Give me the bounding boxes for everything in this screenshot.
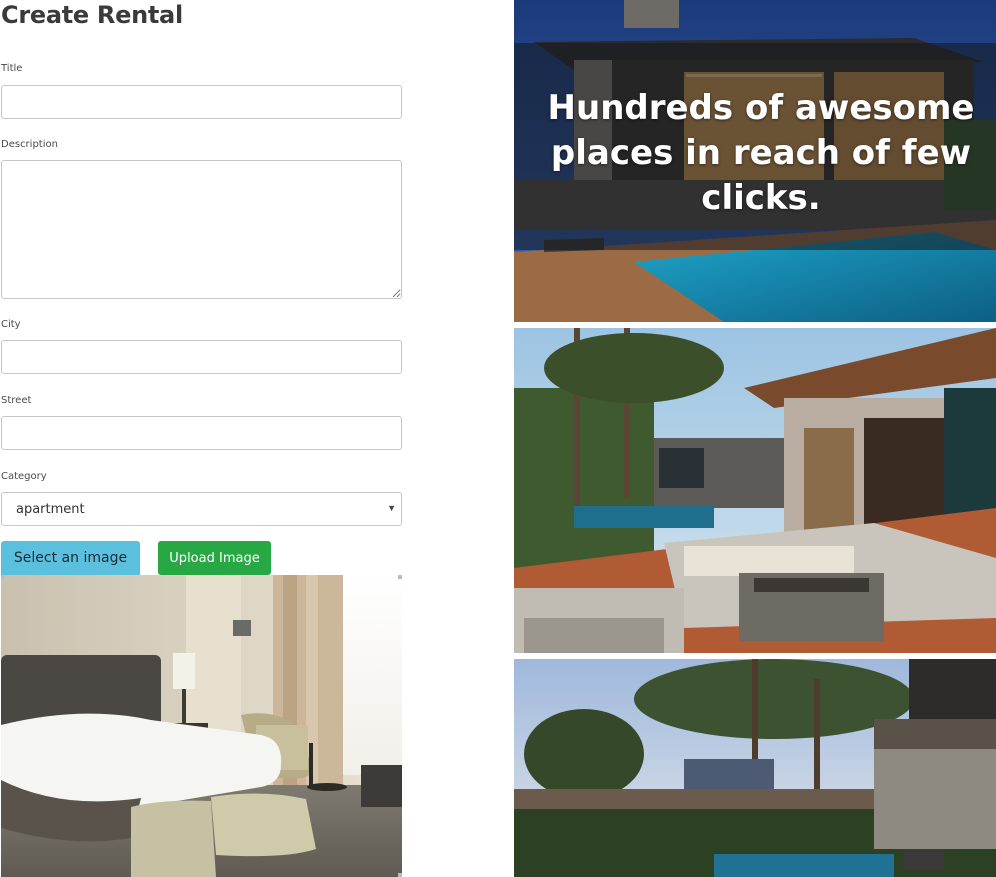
page-title: Create Rental (1, 1, 183, 29)
description-textarea[interactable] (1, 160, 402, 299)
crop-handle-top-right[interactable] (398, 575, 402, 579)
category-label: Category (1, 471, 47, 482)
city-input[interactable] (1, 340, 402, 374)
outdoor-lounge-photo (514, 328, 996, 653)
hero-headline: Hundreds of awesome places in reach of f… (547, 88, 975, 218)
title-label: Title (1, 63, 23, 74)
title-input[interactable] (1, 85, 402, 119)
crop-handle-bottom-right[interactable] (398, 873, 402, 877)
category-select[interactable]: apartment ▼ (1, 492, 402, 526)
showcase-column: Hundreds of awesome places in reach of f… (514, 0, 996, 877)
create-rental-form: Create Rental Title Description City Str… (0, 0, 404, 877)
image-preview[interactable] (1, 575, 402, 877)
category-selected-value: apartment (16, 502, 85, 517)
street-input[interactable] (1, 416, 402, 450)
crop-handle-top-left[interactable] (1, 575, 5, 579)
select-image-button[interactable]: Select an image (1, 541, 140, 575)
street-label: Street (1, 395, 32, 406)
hero-image-panel: Hundreds of awesome places in reach of f… (514, 0, 996, 322)
image-panel-2 (514, 328, 996, 653)
upload-image-button[interactable]: Upload Image (158, 541, 271, 575)
image-panel-3 (514, 659, 996, 877)
description-label: Description (1, 139, 58, 150)
page: Create Rental Title Description City Str… (0, 0, 996, 877)
caret-down-icon: ▼ (387, 503, 396, 513)
backyard-trees-photo (514, 659, 996, 877)
city-label: City (1, 319, 21, 330)
bedroom-photo (1, 575, 402, 877)
